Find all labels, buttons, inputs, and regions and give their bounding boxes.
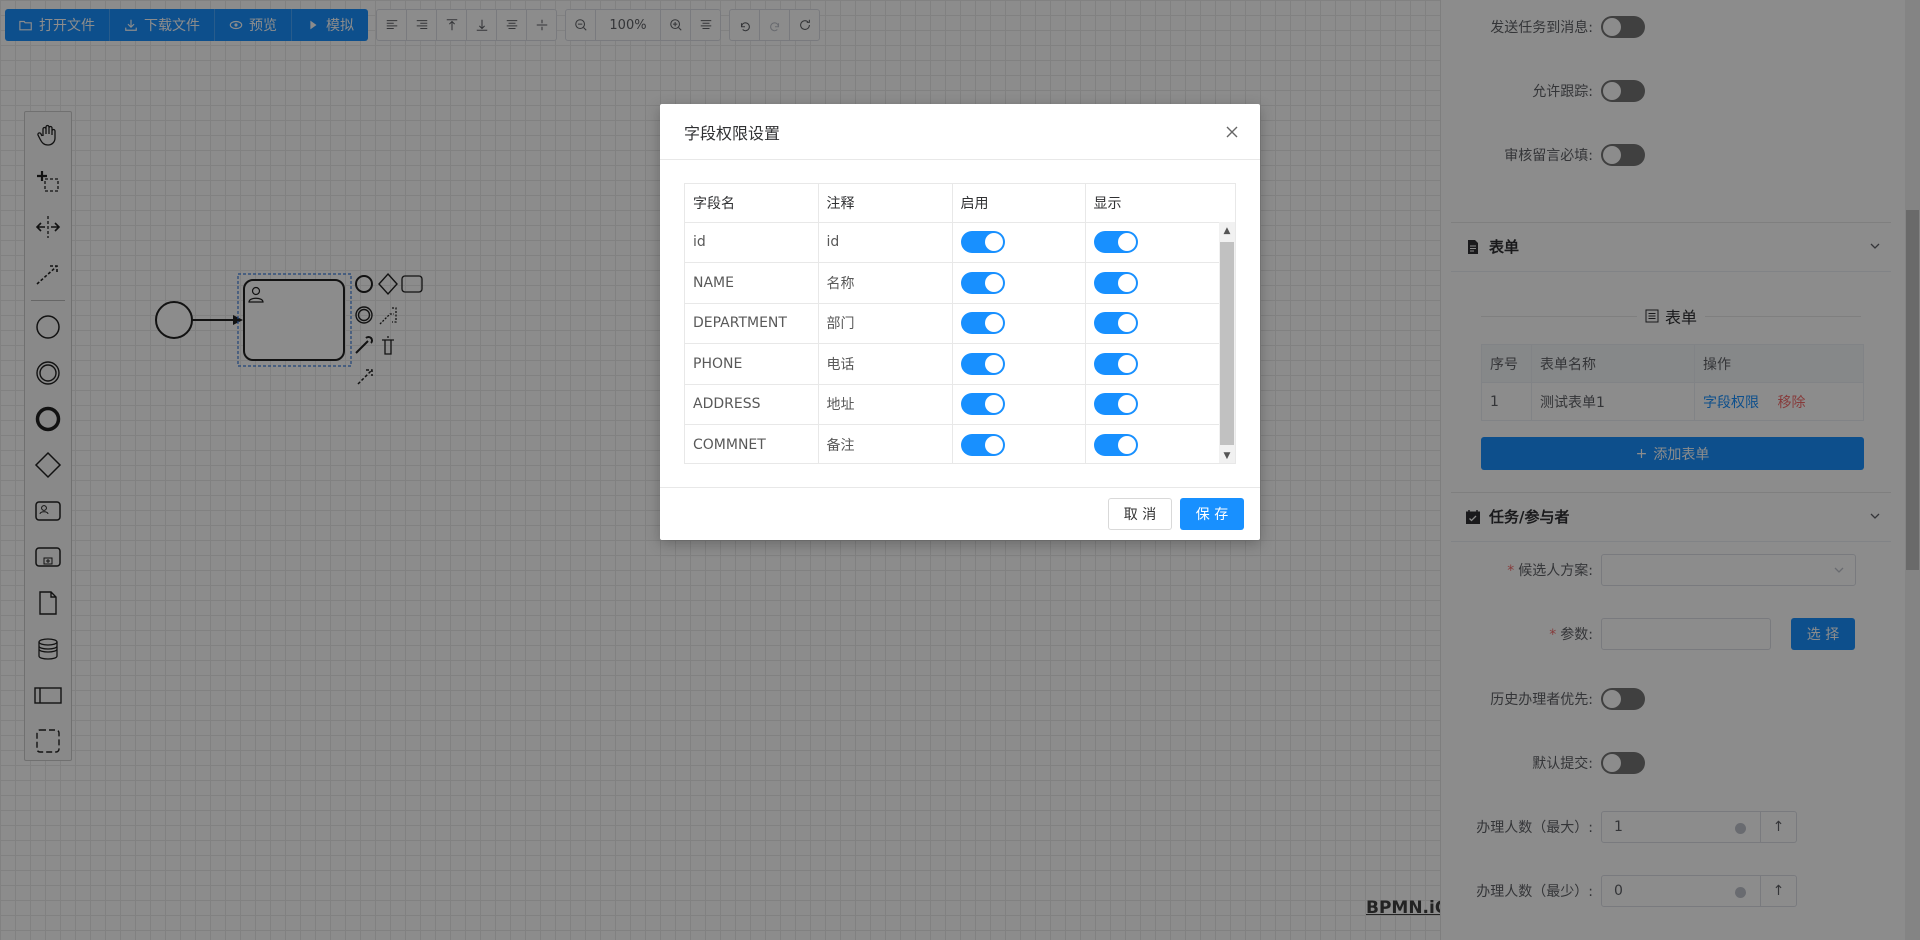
field-comment: 电话: [818, 343, 953, 385]
field-name: COMMNET: [685, 424, 819, 463]
table-row: COMMNET 备注: [685, 424, 1219, 463]
field-name: DEPARTMENT: [685, 303, 819, 344]
field-table-wrapper: 字段名 注释 启用 显示 id id NAME 名称 DEPARTMENT 部门…: [684, 183, 1236, 464]
close-icon[interactable]: [1224, 124, 1240, 140]
table-row: ADDRESS 地址: [685, 384, 1219, 425]
col-comment: 注释: [818, 184, 953, 223]
enabled-cell: [952, 303, 1086, 344]
visible-cell: [1085, 424, 1219, 463]
enabled-switch[interactable]: [960, 231, 1005, 254]
field-table-header: 字段名 注释 启用 显示: [685, 184, 1219, 223]
table-row: id id: [685, 222, 1219, 263]
table-scroll-thumb[interactable]: [1220, 242, 1234, 445]
table-row: NAME 名称: [685, 262, 1219, 304]
table-row: DEPARTMENT 部门: [685, 303, 1219, 344]
field-name: NAME: [685, 262, 819, 304]
dialog-title: 字段权限设置: [684, 123, 781, 143]
field-name: id: [685, 222, 819, 263]
visible-cell: [1085, 343, 1219, 385]
enabled-cell: [952, 343, 1086, 385]
field-comment: id: [818, 222, 953, 263]
visible-switch[interactable]: [1093, 271, 1138, 294]
dialog-header: 字段权限设置: [660, 104, 1260, 160]
cancel-button[interactable]: 取 消: [1108, 497, 1172, 530]
save-button[interactable]: 保 存: [1180, 497, 1244, 530]
visible-switch[interactable]: [1093, 352, 1138, 375]
field-comment: 名称: [818, 262, 953, 304]
enabled-cell: [952, 222, 1086, 263]
enabled-switch[interactable]: [960, 393, 1005, 416]
enabled-cell: [952, 424, 1086, 463]
table-row: PHONE 电话: [685, 343, 1219, 385]
field-name: PHONE: [685, 343, 819, 385]
enabled-switch[interactable]: [960, 433, 1005, 456]
col-enabled: 启用: [952, 184, 1086, 223]
enabled-cell: [952, 262, 1086, 304]
visible-switch[interactable]: [1093, 433, 1138, 456]
visible-cell: [1085, 303, 1219, 344]
field-comment: 部门: [818, 303, 953, 344]
visible-switch[interactable]: [1093, 231, 1138, 254]
table-scrollbar[interactable]: ▲ ▼: [1219, 222, 1235, 463]
visible-switch[interactable]: [1093, 312, 1138, 335]
enabled-switch[interactable]: [960, 271, 1005, 294]
visible-switch[interactable]: [1093, 393, 1138, 416]
dialog-footer: 取 消 保 存: [660, 487, 1260, 539]
enabled-switch[interactable]: [960, 352, 1005, 375]
field-permission-table: 字段名 注释 启用 显示 id id NAME 名称 DEPARTMENT 部门…: [685, 184, 1219, 463]
visible-cell: [1085, 384, 1219, 425]
enabled-switch[interactable]: [960, 312, 1005, 335]
enabled-cell: [952, 384, 1086, 425]
field-name: ADDRESS: [685, 384, 819, 425]
scroll-up-icon[interactable]: ▲: [1222, 226, 1232, 236]
field-comment: 地址: [818, 384, 953, 425]
col-field-name: 字段名: [685, 184, 819, 223]
scroll-down-icon[interactable]: ▼: [1222, 451, 1232, 461]
visible-cell: [1085, 262, 1219, 304]
dialog-body: 字段名 注释 启用 显示 id id NAME 名称 DEPARTMENT 部门…: [660, 160, 1260, 487]
field-comment: 备注: [818, 424, 953, 463]
field-permission-dialog: 字段权限设置 字段名 注释 启用 显示 id id NAME 名称 DEPART…: [660, 104, 1260, 540]
col-visible: 显示: [1085, 184, 1219, 223]
visible-cell: [1085, 222, 1219, 263]
